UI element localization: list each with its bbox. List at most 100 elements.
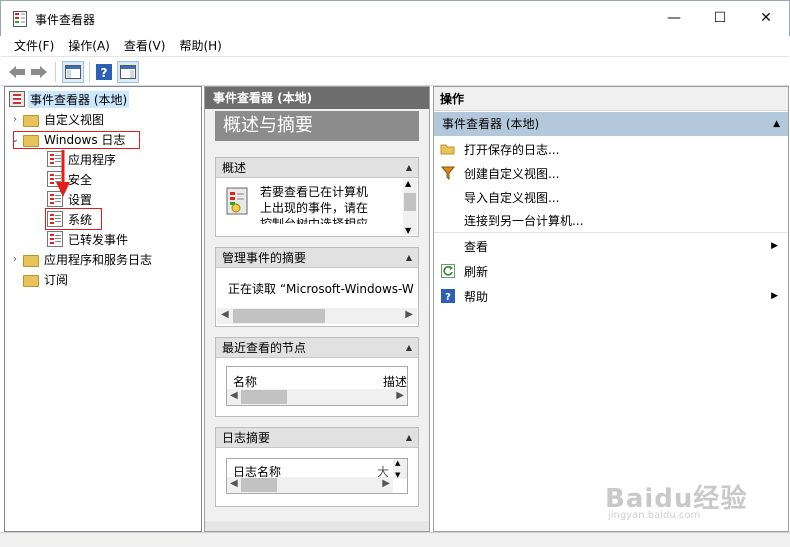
scroll-thumb[interactable] <box>241 390 287 404</box>
tree-item-label: 应用程序和服务日志 <box>44 252 153 267</box>
tree-item-label: 安全 <box>68 172 93 187</box>
action-refresh[interactable]: 刷新 <box>434 259 788 283</box>
summary-status-text: 正在读取 “Microsoft-Windows-W <box>228 282 414 296</box>
chevron-right-icon[interactable]: › <box>9 114 21 125</box>
collapse-icon[interactable]: ▲ <box>773 112 780 136</box>
action-import-custom-view[interactable]: 导入自定义视图... <box>434 185 788 209</box>
status-bar <box>0 532 790 547</box>
menu-action[interactable]: 操作(A) <box>61 36 117 56</box>
section-heading: 概述 <box>222 161 247 175</box>
minimize-button[interactable]: — <box>651 1 697 35</box>
svg-text:?: ? <box>101 66 108 80</box>
help-button[interactable]: ? <box>94 61 114 83</box>
event-log-icon <box>224 186 250 218</box>
action-connect-computer[interactable]: 连接到另一台计算机... <box>434 209 788 233</box>
close-icon: ✕ <box>760 10 772 26</box>
actions-group-header[interactable]: 事件查看器 (本地) ▲ <box>434 112 788 136</box>
scroll-right-icon[interactable]: ▶ <box>405 309 413 320</box>
back-button[interactable] <box>7 61 27 83</box>
maximize-icon: ☐ <box>713 10 727 26</box>
forward-button[interactable] <box>29 61 49 83</box>
tree-item-custom-views[interactable]: › 自定义视图 <box>9 109 106 129</box>
tree-item-subscriptions[interactable]: 订阅 <box>21 269 70 289</box>
help-icon: ? <box>440 288 456 304</box>
summary-section-header[interactable]: 管理事件的摘要 ▲ <box>216 248 418 268</box>
scroll-down-icon[interactable]: ▼ <box>405 226 411 235</box>
scroll-up-icon[interactable]: ▲ <box>395 459 400 467</box>
toolbar: ? <box>1 56 789 86</box>
action-label: 刷新 <box>464 264 489 279</box>
log-summary-list: 日志名称 大 ▲ ▼ ◀ ▶ <box>226 458 408 494</box>
collapse-icon[interactable]: ▲ <box>406 248 412 268</box>
scroll-right-icon[interactable]: ▶ <box>396 390 404 401</box>
collapse-icon[interactable]: ▲ <box>406 158 412 178</box>
recent-section-header[interactable]: 最近查看的节点 ▲ <box>216 338 418 358</box>
scroll-right-icon[interactable]: ▶ <box>382 478 390 489</box>
chevron-right-icon[interactable]: › <box>9 254 21 265</box>
menu-view[interactable]: 查看(V) <box>117 36 173 56</box>
action-open-saved-log[interactable]: 打开保存的日志... <box>434 137 788 161</box>
event-viewer-icon <box>9 91 25 107</box>
scroll-thumb[interactable] <box>241 478 277 492</box>
scroll-thumb[interactable] <box>233 309 325 323</box>
tree-item-label: 事件查看器 (本地) <box>28 90 130 108</box>
menu-help[interactable]: 帮助(H) <box>172 36 228 56</box>
scroll-left-icon[interactable]: ◀ <box>230 390 238 401</box>
svg-text:?: ? <box>445 292 451 303</box>
actions-pane: 操作 事件查看器 (本地) ▲ 打开保存的日志... 创建自定义视图... 导入… <box>433 86 789 532</box>
tree-item-root[interactable]: 事件查看器 (本地) <box>7 89 130 109</box>
menu-file[interactable]: 文件(F) <box>1 36 61 56</box>
help-icon: ? <box>96 64 112 80</box>
tree-item-forwarded-log[interactable]: 已转发事件 <box>45 229 130 249</box>
event-viewer-app-icon <box>13 11 27 27</box>
overview-section-header[interactable]: 概述 ▲ <box>216 158 418 178</box>
log-summary-section: 日志摘要 ▲ 日志名称 大 ▲ ▼ ◀ ▶ <box>215 427 419 507</box>
log-vertical-scrollbar[interactable]: ▲ ▼ <box>393 459 407 479</box>
highlight-box <box>45 208 102 230</box>
recent-horizontal-scrollbar[interactable]: ◀ ▶ <box>227 389 407 405</box>
action-create-custom-view[interactable]: 创建自定义视图... <box>434 161 788 185</box>
show-action-pane-button[interactable] <box>117 61 139 83</box>
red-arrow-annotation <box>56 150 70 197</box>
close-button[interactable]: ✕ <box>743 1 789 35</box>
column-header-name[interactable]: 名称 <box>233 373 257 390</box>
scroll-thumb[interactable] <box>404 193 416 211</box>
maximize-button[interactable]: ☐ <box>697 1 743 35</box>
window-title: 事件查看器 <box>35 13 96 27</box>
overview-vertical-scrollbar[interactable]: ▲ ▼ <box>403 179 417 235</box>
subscription-icon <box>23 275 39 287</box>
scroll-down-icon[interactable]: ▼ <box>395 471 400 479</box>
summary-horizontal-scrollbar[interactable]: ◀ ▶ <box>217 308 417 324</box>
toolbar-divider <box>55 62 56 82</box>
actions-header: 操作 <box>434 87 788 111</box>
log-horizontal-scrollbar[interactable]: ◀ ▶ <box>227 477 393 493</box>
collapse-icon[interactable]: ▲ <box>406 338 412 358</box>
tree-item-app-service-logs[interactable]: › 应用程序和服务日志 <box>9 249 154 269</box>
action-help[interactable]: ? 帮助 ▶ <box>434 284 788 308</box>
log-summary-section-header[interactable]: 日志摘要 ▲ <box>216 428 418 448</box>
section-heading: 最近查看的节点 <box>222 341 307 355</box>
arrow-left-icon <box>9 66 25 78</box>
baidu-watermark-url: jingyan.baidu.com <box>608 510 701 521</box>
collapse-icon[interactable]: ▲ <box>406 428 412 448</box>
action-view[interactable]: 查看 ▶ <box>434 234 788 258</box>
action-label: 打开保存的日志... <box>464 142 560 157</box>
show-console-tree-button[interactable] <box>62 61 84 83</box>
blank-icon <box>440 213 456 229</box>
overview-section: 概述 ▲ 若要查看已在计算机 上出现的事件，请在 控制台树中选择相应 ▲ ▼ <box>215 157 419 237</box>
minimize-icon: — <box>667 10 681 26</box>
column-header-description[interactable]: 描述 <box>383 373 407 390</box>
overview-pane: 事件查看器 (本地) 概述与摘要 概述 ▲ 若要查看已在计算机 上出现的事件，请… <box>204 86 430 532</box>
menu-bar: 文件(F) 操作(A) 查看(V) 帮助(H) <box>1 36 789 56</box>
scroll-left-icon[interactable]: ◀ <box>221 309 229 320</box>
folder-open-icon <box>440 141 456 157</box>
scroll-left-icon[interactable]: ◀ <box>230 478 238 489</box>
blank-icon <box>440 189 456 205</box>
scroll-up-icon[interactable]: ▲ <box>405 179 411 188</box>
tree-item-label: 设置 <box>68 192 93 207</box>
actions-group-label: 事件查看器 (本地) <box>442 117 540 131</box>
action-label: 创建自定义视图... <box>464 166 560 181</box>
console-tree-icon <box>65 65 81 79</box>
middle-pane-title: 概述与摘要 <box>215 111 419 141</box>
submenu-arrow-icon: ▶ <box>771 291 778 301</box>
